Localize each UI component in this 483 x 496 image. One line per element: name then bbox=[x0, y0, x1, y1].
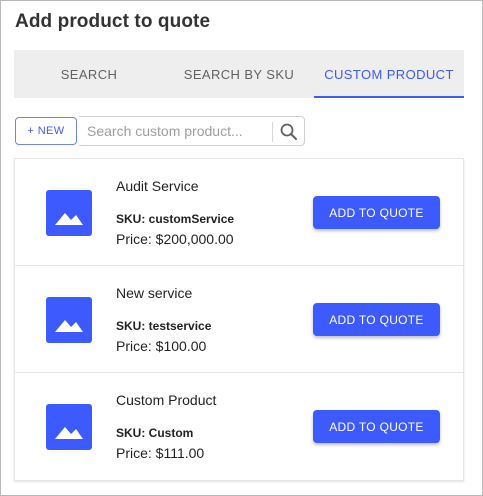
image-placeholder-icon bbox=[46, 404, 92, 450]
custom-product-search-bar: + NEW bbox=[15, 116, 305, 146]
search-input[interactable] bbox=[87, 122, 267, 140]
product-sku: SKU: testservice bbox=[116, 319, 212, 333]
new-product-button[interactable]: + NEW bbox=[15, 117, 77, 145]
add-to-quote-button[interactable]: ADD TO QUOTE bbox=[313, 410, 440, 443]
add-to-quote-button[interactable]: ADD TO QUOTE bbox=[313, 303, 440, 336]
image-placeholder-icon bbox=[46, 297, 92, 343]
product-price: Price: $100.00 bbox=[116, 338, 207, 354]
search-divider bbox=[272, 122, 273, 142]
search-button[interactable] bbox=[279, 122, 299, 142]
add-to-quote-button[interactable]: ADD TO QUOTE bbox=[313, 196, 440, 229]
tab-bar: SEARCH SEARCH BY SKU CUSTOM PRODUCT bbox=[14, 50, 464, 98]
product-list: Audit Service SKU: customService Price: … bbox=[14, 158, 464, 481]
product-row: Custom Product SKU: Custom Price: $111.0… bbox=[15, 373, 463, 480]
product-sku: SKU: Custom bbox=[116, 426, 194, 440]
add-product-dialog: Add product to quote SEARCH SEARCH BY SK… bbox=[0, 0, 483, 496]
product-sku: SKU: customService bbox=[116, 212, 235, 226]
product-name: Audit Service bbox=[116, 178, 199, 194]
product-name: Custom Product bbox=[116, 392, 217, 408]
product-name: New service bbox=[116, 285, 193, 301]
image-placeholder-icon bbox=[46, 190, 92, 236]
magnifier-icon bbox=[280, 123, 297, 140]
product-row: New service SKU: testservice Price: $100… bbox=[15, 266, 463, 373]
tab-search-by-sku[interactable]: SEARCH BY SKU bbox=[164, 50, 314, 98]
product-price: Price: $200,000.00 bbox=[116, 231, 234, 247]
tab-search[interactable]: SEARCH bbox=[14, 50, 164, 98]
tab-custom-product[interactable]: CUSTOM PRODUCT bbox=[314, 50, 464, 98]
product-price: Price: $111.00 bbox=[116, 445, 205, 461]
dialog-title: Add product to quote bbox=[15, 11, 211, 32]
search-field-box bbox=[79, 116, 305, 146]
product-row: Audit Service SKU: customService Price: … bbox=[15, 159, 463, 266]
